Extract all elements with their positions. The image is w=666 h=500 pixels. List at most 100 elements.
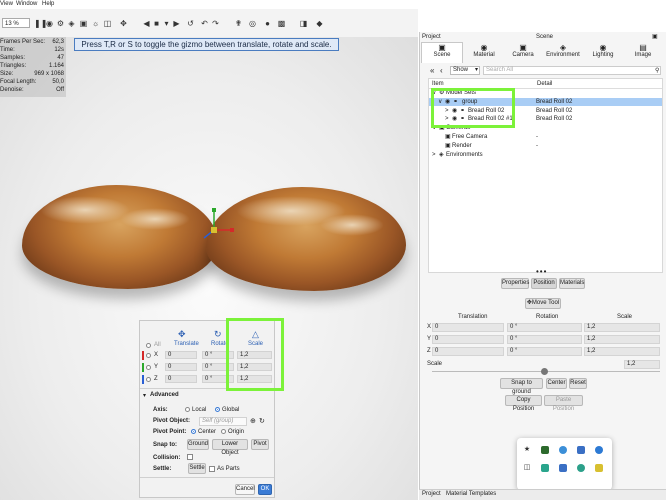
reset-camera-icon[interactable]: ↺ bbox=[186, 19, 195, 28]
material-ball-icon[interactable]: ◉ bbox=[45, 19, 54, 28]
move-tool-button[interactable]: ✥Move Tool bbox=[525, 298, 561, 309]
chevron-down-icon[interactable]: ▾ bbox=[162, 19, 171, 28]
tab-lighting[interactable]: ◉ Lighting bbox=[584, 43, 622, 58]
bottom-tab-material-templates[interactable]: Material Templates bbox=[446, 491, 496, 497]
sync-icon[interactable] bbox=[577, 464, 585, 472]
all-radio[interactable] bbox=[146, 343, 151, 348]
menu-view[interactable]: View bbox=[0, 1, 13, 7]
edge-icon[interactable] bbox=[595, 446, 603, 454]
move-icon[interactable]: ✥ bbox=[119, 19, 128, 28]
tree-row-free-camera[interactable]: ▣ Free Camera - bbox=[429, 133, 662, 141]
tab-camera[interactable]: ▣ Camera bbox=[504, 43, 542, 58]
resize-handle[interactable]: ••• bbox=[536, 267, 547, 276]
translate-icon[interactable]: ✥ bbox=[178, 329, 186, 340]
tab-scene[interactable]: ▣ Scene bbox=[423, 43, 461, 58]
x-translate-field[interactable]: 0 bbox=[165, 351, 197, 359]
y-radio[interactable] bbox=[146, 365, 151, 370]
transform-gizmo[interactable] bbox=[200, 206, 236, 242]
render-icon[interactable]: ◆ bbox=[315, 19, 324, 28]
camera-icon[interactable]: ▣ bbox=[79, 19, 88, 28]
record-icon[interactable]: ● bbox=[263, 19, 272, 28]
crosshair-icon[interactable]: ⊕ bbox=[250, 417, 256, 425]
center-radio[interactable] bbox=[191, 429, 196, 434]
pause-icon[interactable]: ❚❚ bbox=[34, 19, 47, 28]
paste-position-button[interactable]: Paste Position bbox=[544, 395, 583, 412]
studio-icon[interactable]: ▩ bbox=[277, 19, 286, 28]
snap-pivot-button[interactable]: Pivot bbox=[251, 439, 269, 450]
tree-row-environments[interactable]: > ◈ Environments bbox=[429, 151, 662, 159]
y-rotation-field[interactable]: 0 ° bbox=[507, 335, 582, 344]
properties-tab[interactable]: Properties bbox=[501, 278, 529, 289]
chevron-down-icon[interactable]: ▾ bbox=[143, 392, 146, 399]
snap-lower-object-button[interactable]: Lower Object bbox=[212, 439, 248, 456]
expand-icon[interactable]: > bbox=[432, 151, 436, 159]
center-button[interactable]: Center bbox=[546, 378, 567, 389]
x-radio[interactable] bbox=[146, 353, 151, 358]
mode-all[interactable]: All bbox=[154, 342, 161, 348]
tree-row-render[interactable]: ▣ Render - bbox=[429, 142, 662, 150]
advanced-toggle[interactable]: Advanced bbox=[150, 392, 179, 398]
y-scale-field[interactable]: 1,2 bbox=[584, 335, 660, 344]
materials-tab[interactable]: Materials bbox=[559, 278, 585, 289]
prev-view-icon[interactable]: ◀ bbox=[142, 19, 151, 28]
redo-icon[interactable]: ↷ bbox=[211, 19, 220, 28]
rotate-icon[interactable]: ↻ bbox=[214, 329, 222, 340]
origin-radio[interactable] bbox=[221, 429, 226, 434]
tab-environment[interactable]: ◈ Environment bbox=[544, 43, 582, 58]
pivot-object-field[interactable]: Self (group) bbox=[199, 417, 247, 426]
as-parts-checkbox[interactable] bbox=[209, 466, 215, 472]
settle-button[interactable]: Settle bbox=[188, 463, 206, 474]
onedrive-icon[interactable] bbox=[559, 446, 567, 454]
show-select[interactable]: Show ▾ bbox=[450, 66, 480, 75]
z-translate-field[interactable]: 0 bbox=[165, 375, 197, 383]
mode-translate[interactable]: Translate bbox=[174, 341, 199, 347]
utility-icon[interactable] bbox=[595, 464, 603, 472]
x-translation-field[interactable]: 0 bbox=[432, 323, 504, 332]
snap-to-ground-button[interactable]: Snap to ground bbox=[500, 378, 543, 395]
position-tab[interactable]: Position bbox=[531, 278, 557, 289]
menu-window[interactable]: Window bbox=[16, 1, 37, 7]
cancel-button[interactable]: Cancel bbox=[235, 484, 255, 495]
security-icon[interactable] bbox=[559, 464, 567, 472]
next-view-icon[interactable]: ▶ bbox=[172, 19, 181, 28]
search-input[interactable]: Search All bbox=[483, 66, 661, 75]
scale-value-field[interactable]: 1,2 bbox=[624, 360, 660, 369]
collapse-all-icon[interactable]: « bbox=[430, 66, 434, 75]
copy-position-button[interactable]: Copy Position bbox=[505, 395, 542, 412]
x-rotation-field[interactable]: 0 ° bbox=[507, 323, 582, 332]
lock-icon[interactable]: ■ bbox=[152, 19, 161, 28]
bluetooth-icon[interactable]: ★ bbox=[523, 446, 531, 454]
teams-icon[interactable] bbox=[541, 464, 549, 472]
tab-material[interactable]: ◉ Material bbox=[465, 43, 503, 58]
z-translation-field[interactable]: 0 bbox=[432, 347, 504, 356]
tools-icon[interactable]: ✟ bbox=[234, 19, 243, 28]
reset-button[interactable]: Reset bbox=[569, 378, 587, 389]
snap-ground-button[interactable]: Ground bbox=[187, 439, 209, 450]
split-view-icon[interactable]: ◫ bbox=[103, 19, 112, 28]
zoom-select[interactable]: 13 % bbox=[2, 18, 30, 28]
focus-icon[interactable]: ◎ bbox=[248, 19, 257, 28]
local-radio[interactable] bbox=[185, 407, 190, 412]
globe-icon[interactable]: ◈ bbox=[67, 19, 76, 28]
pin-icon[interactable]: ▣ bbox=[652, 33, 658, 40]
undo-icon[interactable]: ↶ bbox=[200, 19, 209, 28]
app-icon[interactable] bbox=[577, 446, 585, 454]
bottom-tab-project[interactable]: Project bbox=[422, 491, 441, 497]
refresh-icon[interactable]: ↻ bbox=[259, 417, 265, 425]
back-icon[interactable]: ‹ bbox=[440, 66, 443, 75]
screenshot-icon[interactable]: ◨ bbox=[299, 19, 308, 28]
gear-icon[interactable]: ⚙ bbox=[56, 19, 65, 28]
global-radio[interactable] bbox=[215, 407, 220, 412]
sun-icon[interactable]: ☼ bbox=[91, 19, 100, 28]
ok-button[interactable]: OK bbox=[258, 484, 272, 495]
z-rotation-field[interactable]: 0 ° bbox=[507, 347, 582, 356]
scale-slider-handle[interactable] bbox=[541, 368, 548, 375]
nvidia-icon[interactable] bbox=[541, 446, 549, 454]
collision-checkbox[interactable] bbox=[187, 454, 193, 460]
y-translate-field[interactable]: 0 bbox=[165, 363, 197, 371]
z-scale-field[interactable]: 1,2 bbox=[584, 347, 660, 356]
tab-image[interactable]: ▤ Image bbox=[624, 43, 662, 58]
y-translation-field[interactable]: 0 bbox=[432, 335, 504, 344]
z-radio[interactable] bbox=[146, 377, 151, 382]
usb-icon[interactable]: ◫ bbox=[523, 464, 531, 472]
